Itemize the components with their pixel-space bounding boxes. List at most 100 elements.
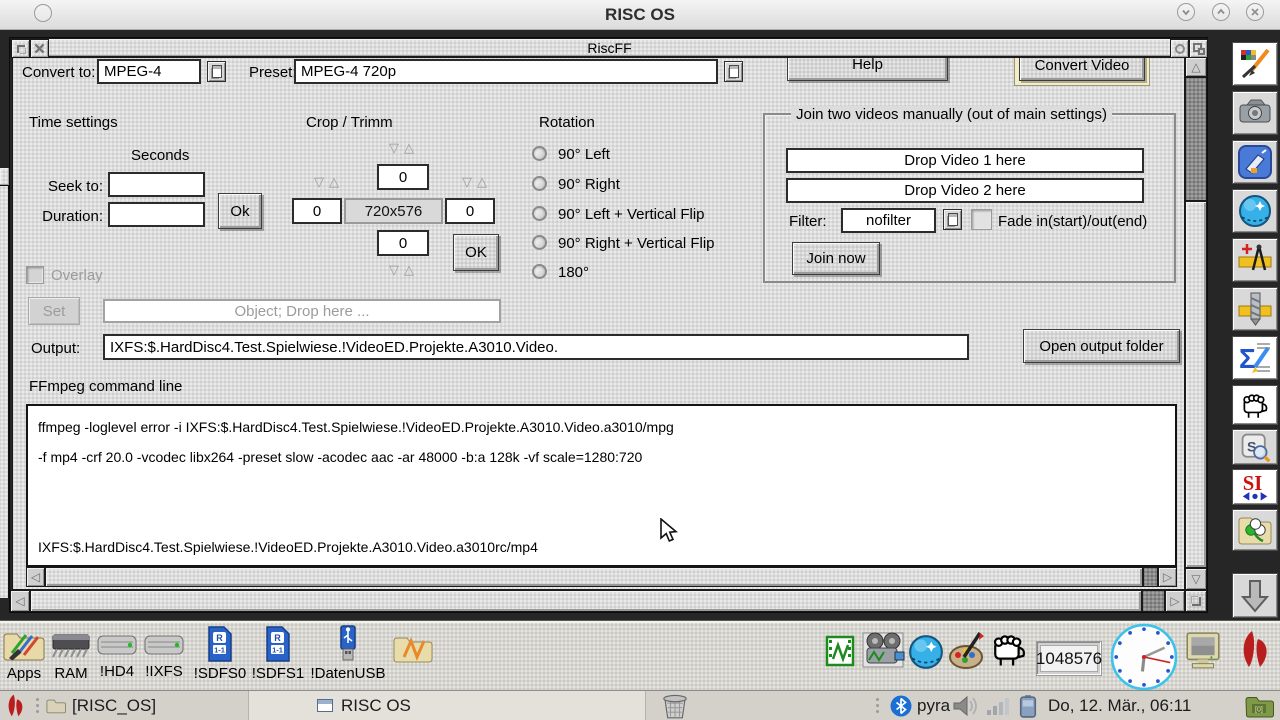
resize-handle[interactable] (1185, 590, 1207, 612)
vscrollbar-track[interactable] (1185, 77, 1207, 201)
iconbar-riscff[interactable] (858, 629, 908, 671)
textarea-hscrollbar[interactable]: ◁ ▷ (26, 567, 1177, 587)
object-drop-field[interactable]: Object; Drop here ... (103, 299, 501, 323)
duration-field[interactable] (108, 202, 205, 227)
vscrollbar-thumb[interactable] (1185, 201, 1207, 568)
sidebar-airbrush-icon[interactable] (1232, 140, 1278, 184)
window-vscrollbar[interactable]: △ ▽ (1185, 57, 1207, 590)
set-button[interactable]: Set (28, 297, 80, 325)
bluetooth-icon[interactable] (890, 695, 912, 720)
hscrollbar-thumb[interactable] (30, 590, 1142, 612)
trash-icon[interactable] (660, 693, 690, 720)
iconbar-apps[interactable]: Apps (0, 625, 48, 682)
output-path-field[interactable]: IXFS:$.HardDisc4.Test.Spielwiese.!VideoE… (103, 334, 969, 360)
crop-right-stepper-icon[interactable]: ▽△ (449, 175, 505, 190)
iconbar-display[interactable] (1184, 631, 1222, 671)
crop-bottom-field[interactable]: 0 (377, 230, 429, 256)
textarea-hscrollbar-track[interactable] (1143, 567, 1158, 587)
files-folder-icon[interactable]: [0] (1244, 694, 1274, 720)
drop-video-2-field[interactable]: Drop Video 2 here (786, 178, 1144, 203)
crop-bottom-stepper-icon[interactable]: ▽△ (376, 263, 432, 278)
active-task-button[interactable]: RISC OS (248, 691, 646, 720)
hscrollbar-track[interactable] (1142, 590, 1165, 612)
iconbar-stronged[interactable] (986, 627, 1032, 671)
iconbar-sdfs0[interactable]: R 1-1 !SDFS0 (192, 625, 248, 682)
sidebar-paint-icon[interactable] (1232, 42, 1278, 86)
rotation-radio-90-left[interactable] (532, 146, 547, 161)
sidebar-scroll-down-icon[interactable] (1232, 573, 1278, 618)
time-ok-button[interactable]: Ok (218, 193, 262, 229)
iconbar-memory-display[interactable]: 1048576 (1036, 641, 1102, 676)
convert-video-button[interactable]: Convert Video (1019, 58, 1145, 81)
iconbar-pyra-logo[interactable] (1234, 629, 1278, 671)
scroll-left-icon[interactable]: ◁ (10, 590, 30, 612)
sidebar-si-icon[interactable]: SI (1232, 469, 1278, 505)
filter-menu-icon[interactable] (943, 209, 962, 230)
crop-top-field[interactable]: 0 (377, 164, 429, 190)
bt-device-label[interactable]: pyra (917, 696, 950, 716)
iconbar-sdfs1[interactable]: R 1-1 !SDFS1 (250, 625, 306, 682)
crop-ok-button[interactable]: OK (453, 234, 499, 271)
host-minimize-icon[interactable] (1177, 3, 1195, 21)
crop-top-stepper-icon[interactable]: ▽△ (376, 141, 432, 156)
iconbar-clock[interactable] (1110, 623, 1178, 696)
scroll-down-icon[interactable]: ▽ (1185, 568, 1207, 590)
workspace-label[interactable]: [RISC_OS] (72, 696, 156, 716)
convert-to-field[interactable]: MPEG-4 (97, 59, 201, 84)
crop-left-field[interactable]: 0 (292, 198, 342, 224)
crop-right-field[interactable]: 0 (445, 198, 495, 224)
open-output-folder-button[interactable]: Open output folder (1023, 329, 1180, 363)
rotation-radio-90-left-vflip[interactable] (532, 206, 547, 221)
crop-left-stepper-icon[interactable]: ▽△ (301, 175, 357, 190)
background-window-fragment[interactable] (0, 168, 9, 598)
iconbar-hd4[interactable]: !HD4 (94, 631, 140, 680)
toggle-size-icon[interactable] (1189, 39, 1208, 58)
window-hscrollbar[interactable]: ◁ ▷ (10, 590, 1185, 612)
help-button[interactable]: Help (787, 58, 948, 81)
window-title[interactable]: RiscFF (49, 39, 1170, 58)
sidebar-search-icon[interactable]: S (1232, 429, 1278, 465)
iconbar-globe[interactable] (906, 633, 946, 671)
convert-to-menu-icon[interactable] (207, 61, 226, 82)
rotation-radio-180[interactable] (532, 264, 547, 279)
drop-video-1-field[interactable]: Drop Video 1 here (786, 148, 1144, 173)
iconbar-folder[interactable] (390, 631, 436, 665)
iconbar-avi[interactable] (824, 635, 856, 667)
host-close-icon[interactable] (1246, 3, 1264, 21)
datetime-label[interactable]: Do, 12. Mär., 06:11 (1048, 696, 1191, 716)
scroll-up-icon[interactable]: △ (1185, 57, 1207, 77)
textarea-hscrollbar-thumb[interactable] (45, 567, 1143, 587)
seek-to-field[interactable] (108, 172, 205, 197)
battery-icon[interactable] (1018, 694, 1038, 720)
window-titlebar[interactable]: RiscFF (10, 38, 1208, 58)
join-now-button[interactable]: Join now (792, 242, 880, 275)
signal-strength-icon[interactable] (986, 696, 1012, 720)
scroll-left-icon[interactable]: ◁ (26, 567, 45, 587)
rotation-radio-90-right-vflip[interactable] (532, 235, 547, 250)
taskbar-pyra-menu[interactable] (4, 693, 28, 720)
sidebar-fist-icon[interactable] (1232, 385, 1278, 425)
sidebar-sigma-icon[interactable]: Σ (1232, 336, 1278, 380)
iconise-icon[interactable] (1170, 39, 1189, 58)
iconbar-ram[interactable]: RAM (48, 629, 94, 682)
iconbar-palette[interactable] (946, 631, 988, 671)
sidebar-camera-icon[interactable] (1232, 91, 1278, 135)
iconbar-datenusb[interactable]: !DatenUSB (306, 625, 390, 682)
close-icon[interactable] (30, 39, 49, 58)
host-restore-icon[interactable] (1212, 3, 1230, 21)
sidebar-compass-icon[interactable] (1232, 238, 1278, 282)
scroll-right-icon[interactable]: ▷ (1158, 567, 1177, 587)
overlay-checkbox[interactable] (26, 266, 44, 284)
sidebar-globe-icon[interactable] (1232, 189, 1278, 233)
filter-field[interactable]: nofilter (841, 208, 936, 233)
workspace-folder-icon[interactable] (46, 697, 66, 719)
rotation-radio-90-right[interactable] (532, 176, 547, 191)
preset-menu-icon[interactable] (724, 61, 743, 82)
volume-icon[interactable] (952, 695, 980, 720)
back-icon[interactable] (11, 39, 30, 58)
background-window-titlebar[interactable] (0, 168, 9, 186)
sidebar-drill-icon[interactable] (1232, 287, 1278, 331)
fade-checkbox[interactable] (971, 209, 992, 230)
scroll-right-icon[interactable]: ▷ (1165, 590, 1185, 612)
preset-field[interactable]: MPEG-4 720p (294, 59, 718, 84)
